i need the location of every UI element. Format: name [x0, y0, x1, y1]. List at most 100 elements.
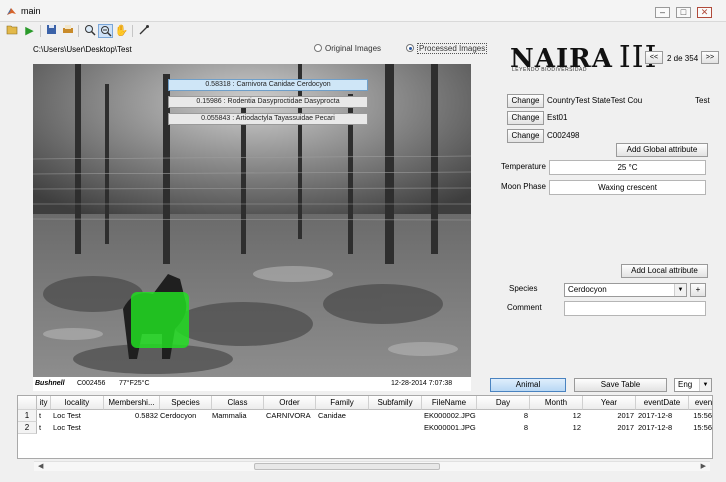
camera-trap-image[interactable]: 0.58318 : Carnivora Canidae Cerdocyon 0.… — [33, 64, 471, 377]
col-header[interactable]: eventDate — [636, 396, 689, 410]
table-cell[interactable]: 12 — [530, 422, 583, 434]
prediction-1[interactable]: 0.58318 : Carnivora Canidae Cerdocyon — [168, 79, 368, 91]
pan-icon[interactable]: ✋ — [114, 24, 129, 38]
col-header[interactable]: FileName — [422, 396, 477, 410]
species-selected-value: Cerdocyon — [568, 285, 607, 294]
location-extra: Test — [695, 96, 710, 105]
col-header[interactable]: Year — [583, 396, 636, 410]
col-header[interactable]: Species — [160, 396, 212, 410]
maximize-button[interactable]: □ — [676, 7, 691, 18]
col-header[interactable]: Class — [212, 396, 264, 410]
species-select[interactable]: Cerdocyon ▼ — [564, 283, 687, 297]
data-cursor-icon[interactable] — [136, 24, 151, 38]
temperature-label: Temperature — [501, 162, 546, 171]
prev-image-button[interactable]: << — [645, 51, 663, 64]
add-local-attribute-button[interactable]: Add Local attribute — [621, 264, 708, 278]
chevron-down-icon: ▼ — [699, 379, 711, 391]
col-header[interactable]: Membershi... — [104, 396, 160, 410]
chevron-down-icon: ▼ — [674, 284, 686, 296]
add-species-button[interactable]: + — [690, 283, 706, 297]
toolbar-separator — [40, 25, 41, 37]
table-cell[interactable]: 2017 — [583, 422, 636, 434]
col-header[interactable]: Day — [477, 396, 530, 410]
play-icon[interactable]: ▶ — [22, 24, 37, 38]
radio-dot — [314, 44, 322, 52]
col-header[interactable]: locality — [51, 396, 104, 410]
col-header[interactable]: Month — [530, 396, 583, 410]
scrollbar-thumb[interactable] — [254, 463, 440, 470]
moon-phase-label: Moon Phase — [501, 182, 546, 191]
col-header[interactable]: even — [689, 396, 712, 410]
animal-button[interactable]: Animal — [490, 378, 566, 392]
table-cell[interactable]: t — [37, 422, 51, 434]
save-table-button[interactable]: Save Table — [574, 378, 667, 392]
table-cell[interactable]: Loc Test — [51, 410, 104, 422]
station-value: Est01 — [547, 113, 568, 122]
zoom-out-icon[interactable] — [98, 24, 113, 38]
detection-highlight — [131, 292, 189, 348]
table-cell[interactable]: Loc Test — [51, 422, 104, 434]
location-value: CountryTest StateTest Cou — [547, 96, 643, 105]
scroll-left-icon[interactable]: ◀ — [38, 462, 43, 472]
close-button[interactable]: ✕ — [697, 7, 712, 18]
comment-input[interactable] — [564, 301, 706, 316]
print-icon[interactable] — [60, 24, 75, 38]
species-label: Species — [509, 284, 538, 293]
photo-datetime: 12-28-2014 7:07:38 — [391, 380, 453, 387]
camera-temp: 77°F25°C — [119, 380, 150, 387]
row-number[interactable]: 2 — [18, 422, 37, 434]
table-cell[interactable]: Cerdocyon — [158, 410, 212, 422]
prediction-2[interactable]: 0.15986 : Rodentia Dasyproctidae Dasypro… — [168, 96, 368, 108]
change-location-button[interactable]: Change — [507, 94, 544, 108]
col-header[interactable]: ity — [37, 396, 51, 410]
zoom-in-icon[interactable] — [82, 24, 97, 38]
language-select[interactable]: Eng ▼ — [674, 378, 712, 392]
table-cell[interactable]: 2017 — [583, 410, 636, 422]
moon-phase-field[interactable]: Waxing crescent — [549, 180, 706, 195]
table-cell[interactable]: Canidae — [316, 410, 369, 422]
folder-open-icon[interactable] — [5, 24, 20, 38]
col-header[interactable]: Subfamily — [369, 396, 422, 410]
col-header[interactable]: Family — [316, 396, 369, 410]
original-images-radio[interactable]: Original Images — [314, 44, 381, 53]
table-cell[interactable]: EK000002.JPG — [422, 410, 477, 422]
table-cell[interactable]: 0.5832 — [104, 410, 160, 422]
photo-info-strip: Bushnell C002456 77°F25°C 12-28-2014 7:0… — [33, 377, 471, 391]
window-titlebar: main – □ ✕ — [0, 0, 726, 22]
next-image-button[interactable]: >> — [701, 51, 719, 64]
change-camera-button[interactable]: Change — [507, 129, 544, 143]
save-icon[interactable] — [44, 24, 59, 38]
toolbar-separator — [132, 25, 133, 37]
table-cell[interactable]: CARNIVORA — [264, 410, 318, 422]
col-header[interactable]: Order — [264, 396, 316, 410]
table-cell[interactable]: 2017-12-8 — [636, 422, 689, 434]
table-cell[interactable]: 2017-12-8 — [636, 410, 689, 422]
table-cell[interactable]: EK000001.JPG — [422, 422, 477, 434]
table-horizontal-scrollbar[interactable]: ◀ ▶ — [34, 461, 710, 471]
table-cell[interactable]: 15:56 — [689, 422, 712, 434]
camera-value: C002498 — [547, 131, 580, 140]
folder-path: C:\Users\User\Desktop\Test — [33, 45, 132, 54]
table-cell[interactable]: 12 — [530, 410, 583, 422]
table-cell[interactable]: 8 — [477, 422, 530, 434]
results-table[interactable]: ity locality Membershi... Species Class … — [17, 395, 713, 459]
table-cell[interactable]: 15:56 — [689, 410, 712, 422]
add-global-attribute-button[interactable]: Add Global attribute — [616, 143, 708, 157]
language-selected-value: Eng — [678, 380, 693, 389]
table-cell[interactable] — [369, 410, 422, 422]
change-station-button[interactable]: Change — [507, 111, 544, 125]
table-cell[interactable]: 8 — [477, 410, 530, 422]
toolbar: ▶ ✋ — [0, 22, 726, 40]
image-counter: 2 de 354 — [667, 54, 699, 63]
scroll-right-icon[interactable]: ▶ — [701, 462, 706, 472]
row-number[interactable]: 1 — [18, 410, 37, 422]
temperature-field[interactable]: 25 °C — [549, 160, 706, 175]
table-cell[interactable]: t — [37, 410, 51, 422]
table-cell[interactable]: Mammalia — [210, 410, 264, 422]
processed-images-radio[interactable]: Processed Images — [406, 43, 488, 54]
minimize-button[interactable]: – — [655, 7, 670, 18]
prediction-3[interactable]: 0.055843 : Artiodactyla Tayassuidae Peca… — [168, 113, 368, 125]
table-corner — [18, 396, 37, 410]
matlab-icon — [7, 8, 16, 15]
camera-brand: Bushnell — [35, 380, 65, 387]
